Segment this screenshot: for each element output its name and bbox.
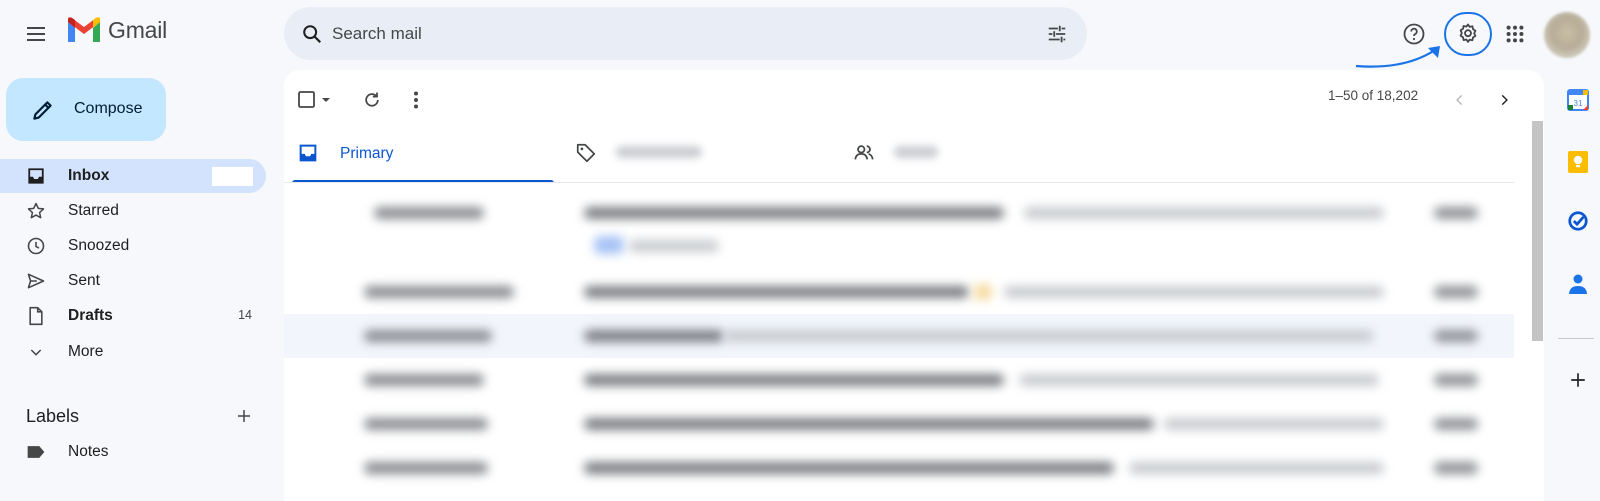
sidebar-item-more[interactable]: More xyxy=(0,335,266,369)
search-icon[interactable] xyxy=(298,20,326,48)
blurred-tab-label xyxy=(616,146,702,158)
hamburger-icon xyxy=(27,27,45,41)
plus-icon xyxy=(1571,373,1585,387)
sidebar-item-sent[interactable]: Sent xyxy=(0,264,266,298)
chevron-left-icon xyxy=(1456,94,1463,106)
star-icon xyxy=(26,201,46,221)
pagination-range: 1–50 of 18,202 xyxy=(1328,88,1419,103)
search-input[interactable] xyxy=(332,19,1012,49)
sidebar-item-inbox[interactable]: Inbox xyxy=(0,159,266,193)
main-menu-button[interactable] xyxy=(16,14,56,54)
refresh-icon[interactable] xyxy=(358,86,386,114)
calendar-app-button[interactable]: 31 xyxy=(1562,84,1594,116)
message-row[interactable] xyxy=(284,196,1514,266)
search-bar[interactable] xyxy=(284,7,1087,60)
account-avatar[interactable] xyxy=(1544,12,1590,58)
message-list-scrollbar[interactable] xyxy=(1532,121,1543,341)
tasks-check-icon xyxy=(1568,211,1588,231)
chevron-right-icon xyxy=(1501,94,1508,106)
contacts-person-icon xyxy=(1569,274,1587,294)
apps-grid-icon xyxy=(1506,25,1524,43)
message-list-panel: 1–50 of 18,202 Primary xyxy=(284,70,1544,501)
gmail-logo[interactable]: Gmail xyxy=(66,16,167,44)
search-options-icon[interactable] xyxy=(1043,20,1071,48)
sidebar-item-label: Starred xyxy=(68,202,119,219)
label-tag-icon xyxy=(26,442,46,462)
send-icon xyxy=(26,271,46,291)
compose-button[interactable]: Compose xyxy=(6,78,166,141)
sidebar-item-drafts[interactable]: Drafts 14 xyxy=(0,299,266,333)
tab-label: Primary xyxy=(340,145,394,162)
tab-primary[interactable]: Primary xyxy=(284,124,554,183)
sidebar-item-label: Sent xyxy=(68,272,100,289)
message-row[interactable] xyxy=(284,270,1514,314)
rail-divider xyxy=(1558,338,1594,339)
gmail-wordmark: Gmail xyxy=(108,16,168,43)
keep-app-button[interactable] xyxy=(1562,146,1594,178)
blurred-tab-label xyxy=(894,146,938,158)
people-icon xyxy=(852,141,876,165)
get-addons-button[interactable] xyxy=(1562,364,1594,396)
plus-icon xyxy=(238,410,250,422)
drafts-count: 14 xyxy=(238,308,252,322)
calendar-icon: 31 xyxy=(1567,89,1589,111)
chevron-down-icon xyxy=(26,342,46,362)
compose-label: Compose xyxy=(74,100,143,117)
unread-count-badge xyxy=(212,167,253,186)
sidebar-item-label: Snoozed xyxy=(68,237,130,254)
message-row[interactable] xyxy=(284,402,1514,446)
pointer-arrow-annotation xyxy=(1355,46,1440,68)
svg-text:31: 31 xyxy=(1574,99,1583,108)
gear-icon xyxy=(1459,23,1477,43)
pencil-icon xyxy=(33,101,52,120)
message-row[interactable] xyxy=(284,358,1514,402)
contacts-app-button[interactable] xyxy=(1562,268,1594,300)
more-vert-icon[interactable] xyxy=(402,86,430,114)
tab-promotions[interactable] xyxy=(562,124,824,182)
newer-page-button[interactable] xyxy=(1446,86,1474,114)
google-apps-button[interactable] xyxy=(1495,14,1535,54)
draft-file-icon xyxy=(26,306,46,326)
sidebar-item-label: Inbox xyxy=(68,167,110,184)
message-row[interactable] xyxy=(284,446,1514,490)
sidebar-item-starred[interactable]: Starred xyxy=(0,194,266,228)
older-page-button[interactable] xyxy=(1490,86,1518,114)
create-label-button[interactable] xyxy=(232,404,256,428)
inbox-icon xyxy=(26,166,46,186)
tab-social[interactable] xyxy=(840,124,1102,182)
tasks-app-button[interactable] xyxy=(1562,205,1594,237)
keep-bulb-icon xyxy=(1568,151,1588,173)
tag-icon xyxy=(574,141,598,165)
sidebar-item-snoozed[interactable]: Snoozed xyxy=(0,229,266,263)
message-row[interactable] xyxy=(284,314,1514,358)
select-all-checkbox[interactable] xyxy=(294,86,338,114)
sidebar-item-label: Drafts xyxy=(68,307,113,324)
labels-heading: Labels xyxy=(26,406,80,426)
clock-icon xyxy=(26,236,46,256)
gmail-m-icon xyxy=(68,17,100,42)
tabs-divider xyxy=(284,182,1514,183)
sidebar-item-label: More xyxy=(68,343,104,360)
inbox-tab-icon xyxy=(296,141,320,165)
sidebar-item-label: Notes xyxy=(68,443,109,460)
sidebar-label-notes[interactable]: Notes xyxy=(0,435,266,469)
